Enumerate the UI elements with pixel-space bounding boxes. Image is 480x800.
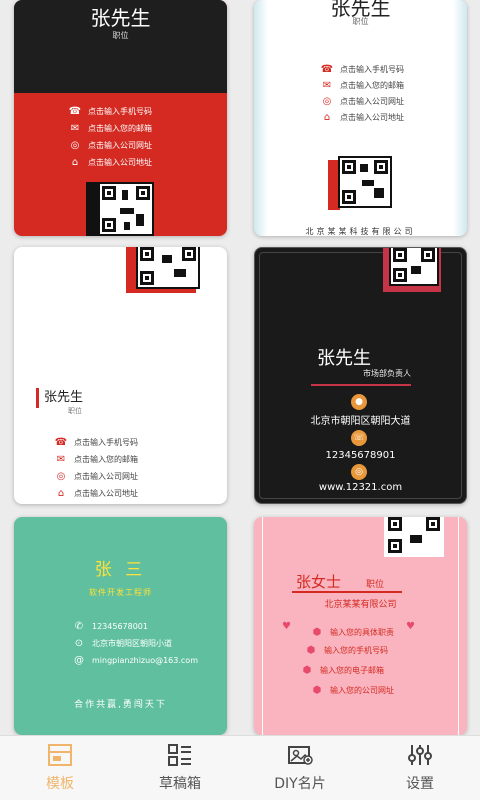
card-row: ⬢ 输入您的公司网址 (310, 685, 394, 696)
card-title: 市场部负责人 (363, 369, 411, 378)
mail-icon: @ (74, 655, 84, 666)
card-name: 张女士 (296, 573, 342, 591)
card-title: 职位 (352, 17, 369, 26)
drafts-icon (168, 744, 191, 766)
qr-code (384, 517, 444, 557)
company-name: 北京某某科技有限公司 (305, 227, 416, 236)
tab-template[interactable]: 模板 (0, 736, 120, 800)
template-card-5[interactable]: 张 三 软件开发工程师 ✆ 12345678001 ⊙ 北京市朝阳区朝阳小道 @ mi… (14, 517, 227, 735)
card-name: 张先生 (44, 390, 84, 405)
home-icon: ⌂ (71, 157, 79, 168)
card-row: ☎ 点击输入手机号码 (68, 106, 152, 117)
template-card-2[interactable]: 张先生 职位 ☎ 点击输入手机号码 ✉ 点击输入您的邮箱 ◎ 点击输入公司网址 ⌂ 点击… (254, 0, 467, 236)
qr-code (338, 156, 392, 208)
hexagon-icon: ⬢ (302, 665, 312, 676)
template-card-6[interactable]: 张女士 职位 北京某某有限公司 ♥ ♥ ⬢ 输入您的具体职责 ⬢ 输入您的手机号码 … (254, 517, 467, 735)
card-row: ☎ 点击输入手机号码 (54, 437, 138, 448)
phone-icon: ☏ (351, 430, 367, 446)
tab-label: 设置 (406, 776, 434, 792)
home-icon: ⌂ (323, 112, 331, 123)
card-title: 职位 (366, 580, 385, 590)
card-row: @ mingpianzhizuo@163.com (74, 655, 198, 666)
card-phone: 12345678901 (325, 450, 396, 461)
template-card-3[interactable]: 张先生 职位 ☎ 点击输入手机号码 ✉ 点击输入您的邮箱 ◎ 点击输入公司网址 ⌂ 点击… (14, 247, 227, 504)
template-card-1[interactable]: 张先生 职位 ☎ 点击输入手机号码 ✉ 点击输入您的邮箱 ◎ 点击输入公司网址 ⌂ 点击… (14, 0, 227, 236)
hexagon-icon: ⬢ (312, 685, 322, 696)
card-row: ☎ 点击输入手机号码 (320, 64, 404, 75)
phone-icon: ☎ (54, 437, 68, 448)
mail-icon: ✉ (322, 80, 332, 91)
card-address: 北京市朝阳区朝阳大道 (310, 416, 411, 427)
globe-icon: ◎ (322, 96, 332, 107)
qr-code (136, 247, 200, 289)
card-row: ⬢ 输入您的手机号码 (304, 645, 388, 656)
heart-icon: ♥ (282, 621, 291, 632)
card-row: ⌂ 点击输入公司地址 (54, 488, 138, 499)
card-row: ✉ 点击输入您的邮箱 (54, 454, 138, 465)
phone-icon: ☎ (68, 106, 82, 117)
location-icon: ⊙ (74, 638, 84, 649)
card-title: 职位 (68, 407, 82, 415)
tab-diy-card[interactable]: DIY名片 (240, 736, 360, 800)
card-name: 张先生 (317, 348, 371, 369)
company-name: 北京某某有限公司 (324, 600, 397, 610)
card-row: ◎ 点击输入公司网址 (54, 471, 138, 482)
hexagon-icon: ⬢ (312, 627, 322, 638)
card-row: ⬢ 输入您的具体职责 (310, 627, 394, 638)
tab-settings[interactable]: 设置 (360, 736, 480, 800)
heart-icon: ♥ (406, 621, 415, 632)
card-slogan: 合作共赢,勇闯天下 (74, 700, 167, 710)
qr-shadow (86, 182, 98, 236)
mail-icon: ✉ (56, 454, 66, 465)
card-row: ✆ 12345678001 (72, 621, 148, 632)
mail-icon: ✉ (70, 123, 80, 134)
tab-drafts[interactable]: 草稿箱 (120, 736, 240, 800)
card-title: 职位 (112, 31, 129, 40)
qr-code (389, 248, 439, 286)
card-row: ⌂ 点击输入公司地址 (320, 112, 404, 123)
template-icon (48, 744, 72, 766)
home-icon: ⌂ (57, 488, 65, 499)
template-card-4[interactable]: 张先生 市场部负责人 ● 北京市朝阳区朝阳大道 ☏ 12345678901 ◎ … (254, 247, 467, 504)
diy-card-icon (288, 746, 313, 765)
tab-label: 模板 (46, 776, 74, 792)
globe-icon: ◎ (56, 471, 66, 482)
hexagon-icon: ⬢ (306, 645, 316, 656)
card-row: ⌂ 点击输入公司地址 (68, 157, 152, 168)
phone-icon: ☎ (320, 64, 334, 75)
card-row: ✉ 点击输入您的邮箱 (68, 123, 152, 134)
location-icon: ● (351, 394, 367, 410)
phone-icon: ✆ (74, 621, 84, 632)
card-row: ◎ 点击输入公司网址 (320, 96, 404, 107)
globe-icon: ◎ (70, 140, 80, 151)
card-row: ⬢ 输入您的电子邮箱 (300, 665, 384, 676)
card-row: ✉ 点击输入您的邮箱 (320, 80, 404, 91)
card-name: 张 三 (94, 560, 147, 580)
tab-label: 草稿箱 (159, 776, 201, 792)
web-icon: ◎ (351, 464, 367, 480)
bottom-tab-bar: 模板 草稿箱 DIY名片 设置 (0, 735, 480, 800)
divider-line (311, 384, 411, 386)
card-name: 张先生 (90, 6, 151, 30)
card-web: www.12321.com (318, 482, 403, 493)
card-row: ⊙ 北京市朝阳区朝阳小道 (72, 638, 172, 649)
tab-label: DIY名片 (274, 776, 326, 792)
qr-code (98, 182, 154, 236)
name-accent-bar (36, 388, 39, 408)
card-row: ◎ 点击输入公司网址 (68, 140, 152, 151)
divider-line (292, 591, 402, 593)
card-title: 软件开发工程师 (89, 588, 152, 597)
settings-icon (408, 745, 432, 765)
